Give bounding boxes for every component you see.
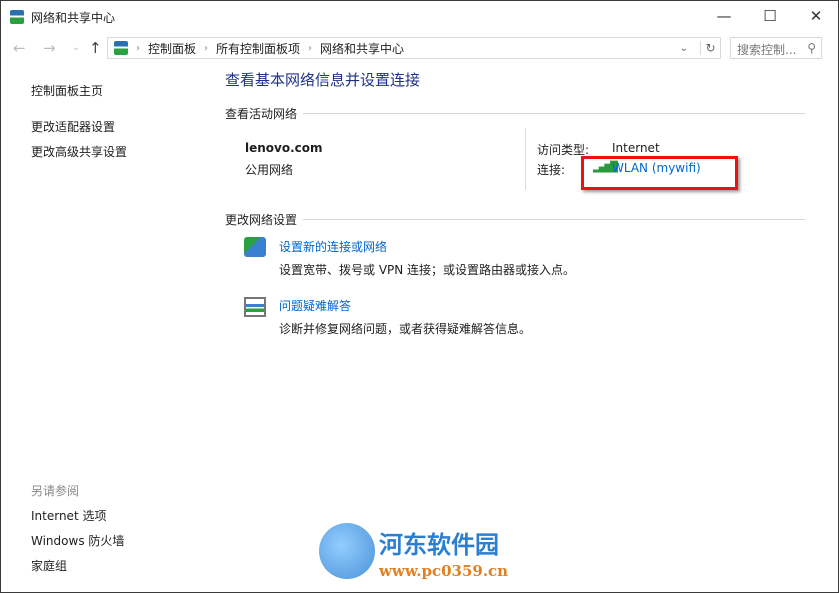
breadcrumb-item[interactable]: 所有控制面板项 (216, 40, 300, 57)
connection-label: 连接: (537, 161, 565, 178)
window-title: 网络和共享中心 (31, 9, 115, 26)
breadcrumb-item[interactable]: 网络和共享中心 (320, 40, 404, 57)
recent-dropdown[interactable]: ⌄ (72, 43, 80, 53)
troubleshoot-desc: 诊断并修复网络问题，或者获得疑难解答信息。 (279, 320, 531, 337)
highlight-box (581, 156, 738, 190)
see-also-title: 另请参阅 (31, 482, 79, 499)
watermark-url: www.pc0359.cn (379, 562, 508, 580)
active-networks-section: 查看活动网络 (225, 105, 805, 122)
breadcrumb-item[interactable]: 控制面板 (148, 40, 196, 57)
address-bar[interactable]: ›控制面板 ›所有控制面板项 ›网络和共享中心 ⌄ ↻ (107, 37, 721, 59)
close-button[interactable]: ✕ (793, 1, 839, 31)
minimize-button[interactable]: — (701, 1, 747, 31)
setup-connection-desc: 设置宽带、拨号或 VPN 连接；或设置路由器或接入点。 (279, 261, 575, 278)
sidebar-item-home[interactable]: 控制面板主页 (31, 82, 103, 99)
network-name: lenovo.com (245, 141, 323, 155)
up-button[interactable]: ↑ (89, 39, 102, 57)
see-also-firewall[interactable]: Windows 防火墙 (31, 532, 124, 549)
page-title: 查看基本网络信息并设置连接 (225, 69, 420, 90)
divider (525, 128, 526, 190)
network-icon (114, 41, 128, 55)
search-input[interactable]: 搜索控制...⚲ (730, 37, 822, 59)
see-also-internet-options[interactable]: Internet 选项 (31, 507, 106, 524)
change-settings-section: 更改网络设置 (225, 211, 805, 228)
back-button[interactable]: ← (13, 39, 26, 57)
sidebar-item-sharing[interactable]: 更改高级共享设置 (31, 143, 127, 160)
troubleshoot-link[interactable]: 问题疑难解答 (279, 297, 351, 314)
access-type-value: Internet (612, 141, 660, 155)
troubleshoot-icon (244, 297, 266, 317)
watermark-logo-icon (319, 523, 375, 579)
chevron-down-icon[interactable]: ⌄ (680, 43, 692, 54)
sidebar-item-adapter[interactable]: 更改适配器设置 (31, 118, 115, 135)
refresh-icon[interactable]: ↻ (700, 41, 720, 55)
network-icon (10, 10, 24, 24)
forward-button[interactable]: → (43, 39, 56, 57)
see-also-homegroup[interactable]: 家庭组 (31, 557, 67, 574)
network-type[interactable]: 公用网络 (245, 161, 293, 178)
watermark-name: 河东软件园 (379, 525, 499, 560)
maximize-button[interactable]: ☐ (747, 1, 793, 31)
setup-connection-link[interactable]: 设置新的连接或网络 (279, 238, 387, 255)
search-icon: ⚲ (807, 41, 816, 55)
new-connection-icon (244, 237, 266, 257)
